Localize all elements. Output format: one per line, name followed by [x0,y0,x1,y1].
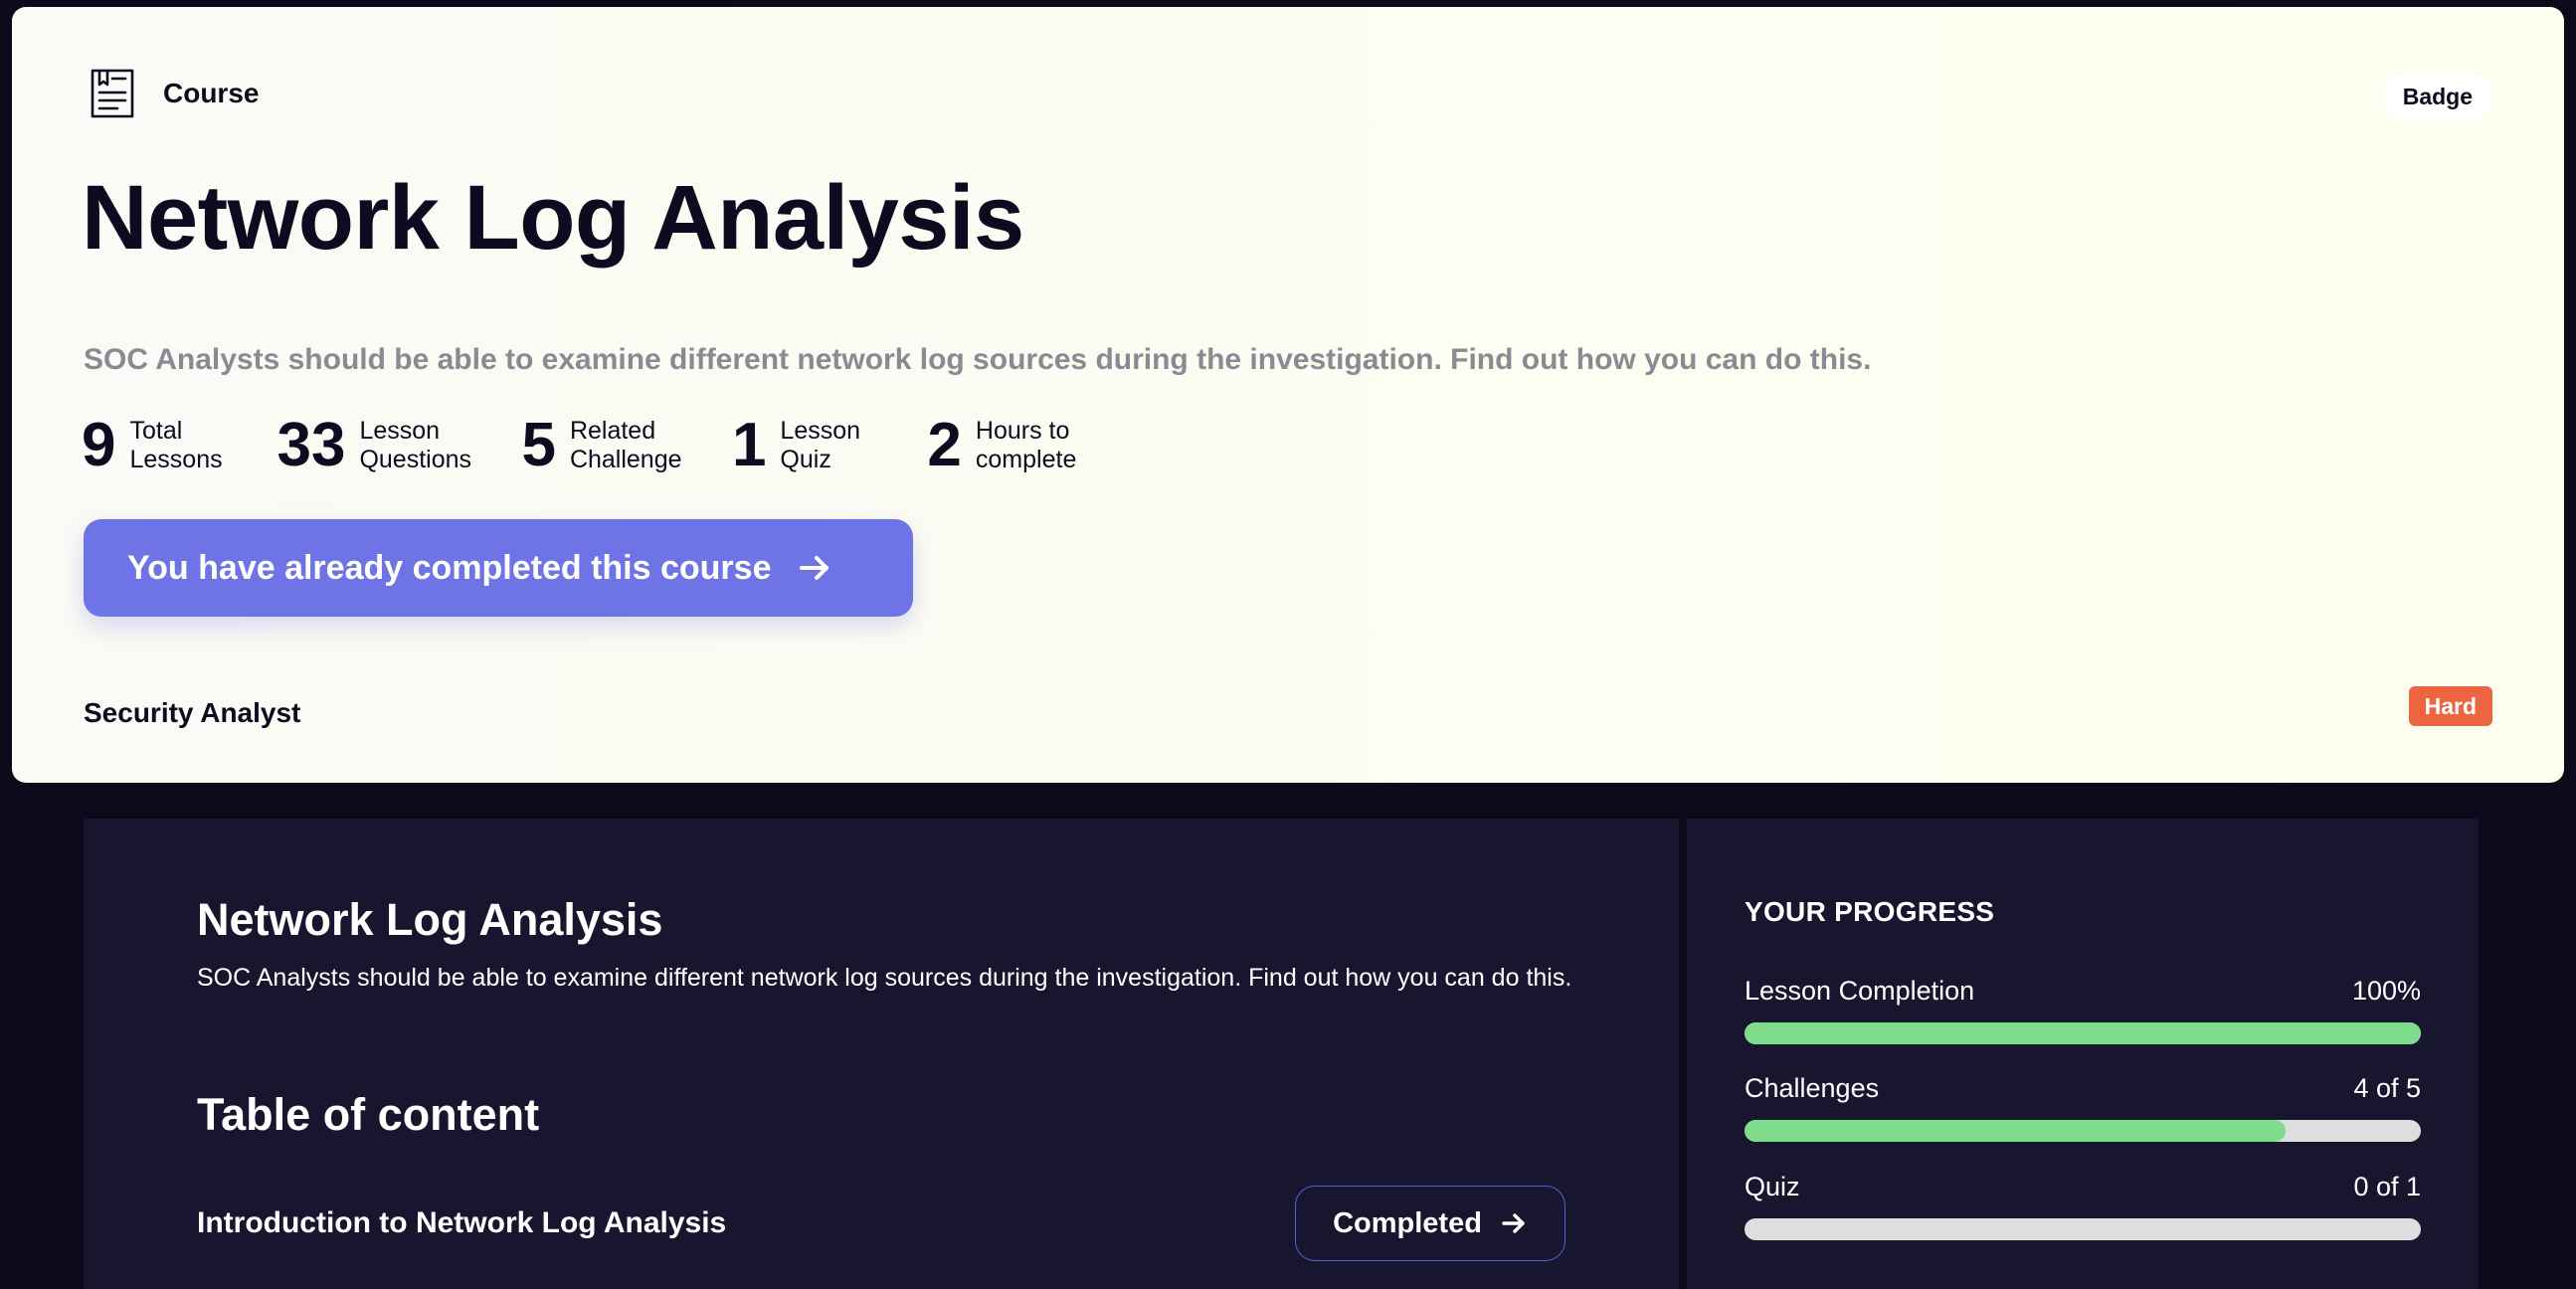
course-completed-button[interactable]: You have already completed this course [84,519,913,617]
stat-label: Lesson Questions [359,417,472,473]
progress-value: 100% [2351,976,2421,1006]
progress-lesson-completion: Lesson Completion 100% [1745,976,2421,1044]
course-hero: Course Badge Network Log Analysis SOC An… [12,7,2564,783]
progress-bar-fill [1745,1022,2421,1044]
progress-label: Lesson Completion [1745,976,1975,1006]
course-description: SOC Analysts should be able to examine d… [84,343,1872,376]
stat-label: Total Lessons [129,417,223,473]
stat-value: 5 [521,411,556,479]
course-header: Course [84,65,259,122]
stat-label: Related Challenge [569,417,682,473]
toc-item-label[interactable]: Introduction to Network Log Analysis [197,1206,726,1240]
stat-lesson-questions: 33 Lesson Questions [276,415,483,476]
course-content-card: Network Log Analysis SOC Analysts should… [84,819,1679,1289]
progress-label: Quiz [1745,1172,1800,1201]
progress-value: 0 of 1 [2353,1172,2421,1201]
cta-label: You have already completed this course [127,548,772,587]
progress-quiz: Quiz 0 of 1 [1745,1172,2421,1240]
course-kind-label: Course [163,78,260,108]
completed-label: Completed [1333,1206,1482,1239]
toc-title: Table of content [197,1089,540,1140]
stat-value: 1 [731,411,767,479]
stat-value: 9 [82,411,116,479]
progress-bar [1745,1120,2421,1142]
stat-value: 2 [927,411,962,479]
progress-value: 4 of 5 [2353,1073,2421,1103]
arrow-right-icon [1502,1213,1525,1233]
stat-hours: 2 Hours to complete [927,415,1094,476]
stat-label: Lesson Quiz [780,417,861,473]
progress-bar-fill [1745,1120,2286,1142]
course-stats: 9 Total Lessons 33 Lesson Questions 5 Re… [82,415,1133,476]
progress-label: Challenges [1745,1073,1880,1103]
progress-bar [1745,1218,2421,1240]
learning-path-label[interactable]: Security Analyst [84,697,300,729]
stat-label: Hours to complete [975,417,1077,473]
progress-card: YOUR PROGRESS Lesson Completion 100% Cha… [1687,819,2479,1289]
progress-bar [1745,1022,2421,1044]
toc-item-completed-button[interactable]: Completed [1295,1186,1565,1261]
content-title: Network Log Analysis [197,894,663,945]
progress-challenges: Challenges 4 of 5 [1745,1073,2421,1142]
arrow-right-icon [800,556,829,580]
book-icon [91,69,134,118]
difficulty-badge: Hard [2408,686,2492,726]
stat-total-lessons: 9 Total Lessons [82,415,239,476]
content-description: SOC Analysts should be able to examine d… [197,964,1572,992]
badge-pill[interactable]: Badge [2382,73,2492,120]
stat-lesson-quiz: 1 Lesson Quiz [732,415,889,476]
stat-value: 33 [276,411,346,479]
stat-related-challenge: 5 Related Challenge [521,415,693,476]
page-title: Network Log Analysis [82,167,1024,269]
progress-title: YOUR PROGRESS [1745,896,1995,927]
